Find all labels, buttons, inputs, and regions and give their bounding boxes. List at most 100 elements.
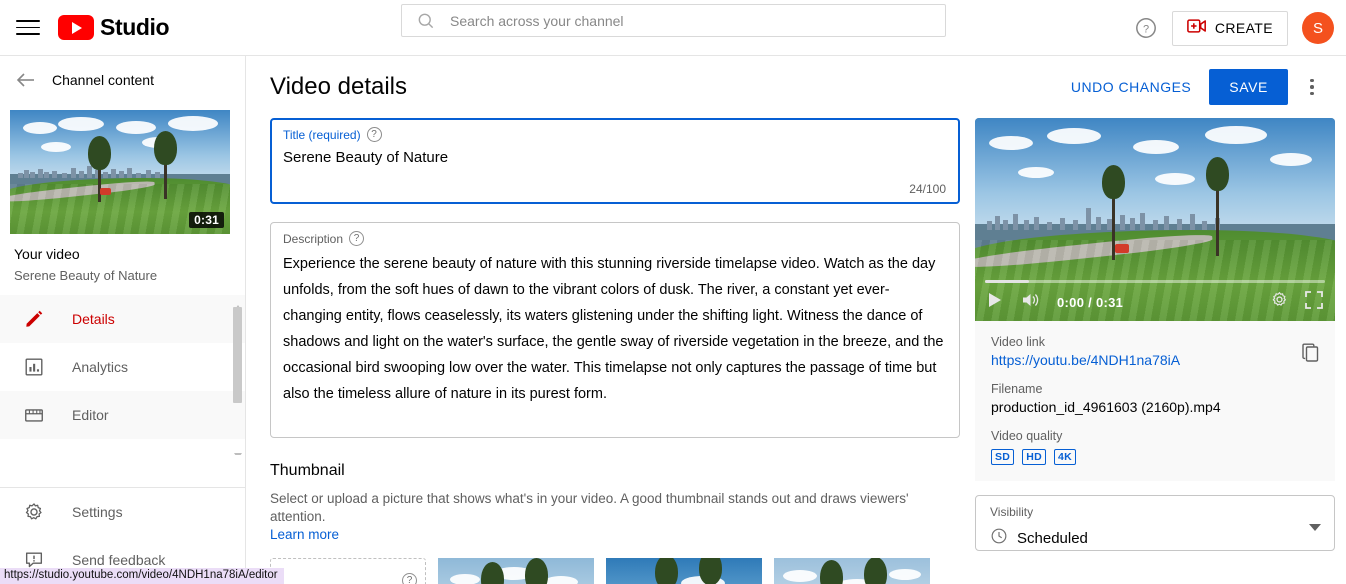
thumbnail-options-row: ? (270, 558, 960, 584)
upload-thumbnail-button[interactable]: ? (270, 558, 426, 584)
thumbnail-scene (606, 558, 762, 584)
search-icon (416, 11, 436, 31)
sidebar-video-thumbnail[interactable]: 0:31 (10, 110, 230, 234)
copy-icon[interactable] (1301, 343, 1321, 370)
create-video-icon (1186, 17, 1207, 40)
video-quality-label: Video quality (991, 429, 1063, 443)
sidebar-item-label: Send feedback (72, 552, 166, 568)
thumbnail-heading: Thumbnail (270, 462, 345, 479)
arrow-left-icon (14, 68, 38, 92)
top-bar-actions: ? CREATE S (1134, 0, 1334, 56)
sidebar: Channel content 0:31 Your video Serene B… (0, 56, 246, 584)
gear-icon[interactable] (1270, 290, 1289, 314)
title-field[interactable]: Title (required) ? Serene Beauty of Natu… (270, 118, 960, 204)
avatar[interactable]: S (1302, 12, 1334, 44)
sidebar-item-settings[interactable]: Settings (0, 488, 245, 536)
back-to-channel-content[interactable]: Channel content (0, 56, 245, 104)
help-circle-icon[interactable]: ? (402, 573, 417, 584)
title-field-label: Title (required) (283, 127, 361, 142)
video-link[interactable]: https://youtu.be/4NDH1na78iA (991, 352, 1319, 368)
thumbnail-option-1[interactable] (438, 558, 594, 584)
sidebar-item-comments[interactable]: Comments (0, 439, 245, 455)
brand-label: Studio (100, 14, 170, 40)
page-title: Video details (270, 73, 407, 100)
scroll-down-arrow-icon[interactable] (234, 446, 242, 455)
studio-brand[interactable]: Studio (58, 14, 170, 41)
description-field-label: Description (283, 231, 344, 246)
description-field-label-row: Description ? (283, 231, 947, 246)
visibility-value-row: Scheduled (990, 527, 1320, 550)
create-button-label: CREATE (1214, 20, 1273, 36)
comment-icon (22, 451, 46, 455)
filename-label: Filename (991, 382, 1043, 396)
main-content: Video details UNDO CHANGES SAVE Title (r… (246, 56, 1346, 584)
title-input[interactable]: Serene Beauty of Nature (283, 148, 947, 168)
sidebar-item-label: Editor (72, 407, 109, 423)
video-quality-block: Video quality SD HD 4K (991, 429, 1319, 465)
sidebar-item-analytics[interactable]: Analytics (0, 343, 245, 391)
save-button[interactable]: SAVE (1209, 69, 1288, 105)
clapperboard-icon (22, 403, 46, 427)
hamburger-icon[interactable] (16, 16, 40, 40)
player-controls: 0:00 / 0:31 (975, 283, 1335, 321)
description-field[interactable]: Description ? Experience the serene beau… (270, 222, 960, 438)
sidebar-item-label: Details (72, 311, 115, 327)
help-circle-icon[interactable]: ? (366, 127, 382, 142)
play-icon[interactable] (987, 292, 1003, 313)
title-field-label-row: Title (required) ? (283, 127, 947, 142)
bar-chart-icon (22, 355, 46, 379)
video-duration-badge: 0:31 (189, 212, 224, 228)
fullscreen-icon[interactable] (1305, 290, 1323, 314)
more-vertical-icon[interactable] (1300, 69, 1324, 105)
back-label: Channel content (52, 72, 154, 88)
video-info-card: Video link https://youtu.be/4NDH1na78iA … (975, 321, 1335, 481)
youtube-logo-icon (58, 15, 94, 40)
thumbnail-scene (438, 558, 594, 584)
title-character-counter: 24/100 (909, 182, 946, 196)
create-button[interactable]: CREATE (1171, 10, 1288, 46)
chevron-down-icon[interactable] (1309, 524, 1321, 531)
main-header: Video details UNDO CHANGES SAVE (246, 56, 1346, 118)
filename-value: production_id_4961603 (2160p).mp4 (991, 399, 1221, 415)
thumbnail-option-2[interactable] (606, 558, 762, 584)
sidebar-video-title: Serene Beauty of Nature (14, 268, 158, 283)
video-link-label: Video link (991, 335, 1045, 349)
filename-block: Filename production_id_4961603 (2160p).m… (991, 382, 1319, 415)
help-circle-icon[interactable]: ? (349, 231, 365, 246)
gear-icon (22, 500, 46, 524)
details-form: Title (required) ? Serene Beauty of Natu… (270, 118, 960, 584)
scrollbar-thumb[interactable] (233, 307, 242, 403)
sidebar-item-editor[interactable]: Editor (0, 391, 245, 439)
volume-icon[interactable] (1021, 291, 1041, 314)
undo-changes-button[interactable]: UNDO CHANGES (1061, 71, 1201, 103)
clock-icon (990, 527, 1008, 550)
pencil-icon (22, 307, 46, 331)
quality-badge-4k: 4K (1053, 449, 1076, 465)
quality-badge-hd: HD (1022, 449, 1046, 465)
learn-more-link[interactable]: Learn more (270, 527, 339, 542)
thumbnail-subtext: Select or upload a picture that shows wh… (270, 490, 960, 544)
help-circle-icon[interactable]: ? (1134, 16, 1158, 40)
thumbnail-option-3[interactable] (774, 558, 930, 584)
description-input[interactable]: Experience the serene beauty of nature w… (283, 251, 947, 407)
sidebar-scrollbar[interactable] (231, 295, 245, 455)
status-bar-url: https://studio.youtube.com/video/4NDH1na… (0, 568, 284, 584)
sidebar-item-label: Settings (72, 504, 123, 520)
sidebar-nav-list: Details Analytics Editor Comments (0, 295, 245, 455)
video-quality-badges: SD HD 4K (991, 449, 1319, 465)
video-player[interactable]: 0:00 / 0:31 (975, 118, 1335, 321)
search-bar[interactable] (401, 4, 946, 37)
quality-badge-sd: SD (991, 449, 1015, 465)
visibility-label: Visibility (990, 505, 1034, 519)
top-bar: Studio ? CREATE (0, 0, 1346, 56)
search-input[interactable] (448, 11, 945, 30)
thumbnail-subtext-line: Select or upload a picture that shows wh… (270, 491, 909, 524)
visibility-dropdown[interactable]: Visibility Scheduled (975, 495, 1335, 551)
player-time: 0:00 / 0:31 (1057, 294, 1124, 310)
svg-text:?: ? (1143, 23, 1149, 35)
scroll-up-arrow-icon[interactable] (234, 298, 242, 311)
sidebar-item-details[interactable]: Details (0, 295, 245, 343)
sidebar-video-meta: Your video Serene Beauty of Nature (0, 234, 245, 293)
your-video-heading: Your video (14, 246, 80, 262)
thumbnail-scene (774, 558, 930, 584)
